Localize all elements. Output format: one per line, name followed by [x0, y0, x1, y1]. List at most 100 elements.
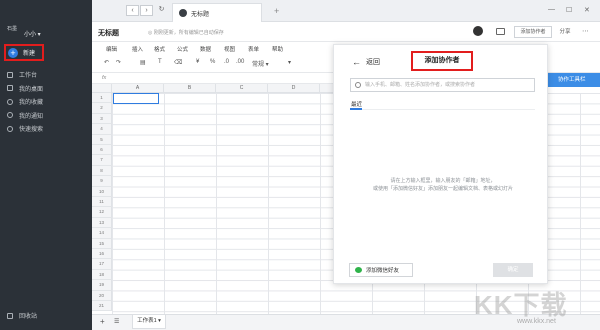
font-size-icon[interactable]: ▾ [288, 59, 291, 66]
column-header[interactable]: B [164, 84, 216, 93]
add-collaborator-button[interactable]: 添加协作者 [514, 26, 552, 38]
sheet-tab[interactable]: 工作表1 ▾ [132, 315, 166, 329]
decimal-increase-button[interactable]: .00 [236, 59, 244, 65]
share-button[interactable]: 分享 [555, 26, 575, 38]
app-logo: 石墨 [6, 26, 17, 32]
currency-button[interactable]: ¥ [196, 59, 199, 65]
row-header[interactable]: 8 [92, 165, 112, 177]
row-header[interactable]: 7 [92, 155, 112, 166]
menu-help[interactable]: 帮助 [272, 45, 283, 53]
sidebar-item-notifications[interactable]: 我的通知 [7, 109, 87, 123]
empty-state-line: 请在上方输入框里，输入朋友的「邮箱」地址， [390, 178, 496, 184]
briefcase-icon [7, 71, 13, 78]
menu-edit[interactable]: 编辑 [106, 45, 117, 53]
row-header[interactable]: 18 [92, 269, 112, 281]
text-format-icon[interactable]: T [158, 59, 162, 65]
row-header[interactable]: 9 [92, 176, 112, 187]
sheet-list-icon[interactable]: ☰ [114, 318, 119, 325]
fx-icon: fx [102, 75, 107, 81]
row-header[interactable]: 21 [92, 301, 112, 312]
row-header[interactable]: 17 [92, 259, 112, 270]
row-header[interactable]: 6 [92, 145, 112, 156]
bell-icon [7, 112, 13, 119]
divider [350, 109, 535, 110]
format-painter-icon[interactable]: ▤ [140, 59, 146, 66]
sidebar-item-desktop[interactable]: 我的桌面 [7, 82, 87, 96]
forward-arrow-button[interactable]: › [140, 5, 153, 16]
redo-icon[interactable]: ↷ [116, 59, 121, 66]
row-header[interactable]: 2 [92, 103, 112, 114]
sidebar-item-trash[interactable]: 回收站 [7, 311, 37, 320]
desktop-icon [7, 85, 13, 92]
document-title[interactable]: 无标题 [98, 28, 119, 38]
column-header[interactable]: A [112, 84, 164, 93]
menu-data[interactable]: 数据 [200, 45, 211, 53]
menu-format[interactable]: 格式 [154, 45, 165, 53]
comment-icon[interactable] [496, 28, 505, 35]
document-header: 无标题 ◎ 刚刚更新，所有编辑已自动保存 添加协作者 分享 ⋯ [92, 22, 600, 42]
tab-untitled[interactable]: 无标题 [172, 3, 262, 22]
add-wechat-friend-button[interactable]: 添加微信好友 [349, 263, 413, 277]
decimal-decrease-button[interactable]: .0 [224, 59, 229, 65]
sidebar-item-label: 工作台 [19, 73, 38, 80]
row-header[interactable]: 20 [92, 290, 112, 301]
sidebar-item-label: 快速搜索 [19, 127, 44, 134]
maximize-button[interactable]: ☐ [566, 6, 572, 14]
row-header[interactable]: 16 [92, 249, 112, 260]
row-header[interactable]: 14 [92, 228, 112, 239]
new-button[interactable]: + 新建 [4, 44, 44, 61]
menu-form[interactable]: 表单 [248, 45, 259, 53]
star-icon [7, 98, 13, 105]
back-arrow-button[interactable]: ‹ [126, 5, 139, 16]
column-header[interactable]: C [216, 84, 268, 93]
recent-tab[interactable]: 最近 [351, 100, 362, 108]
menu-formula[interactable]: 公式 [177, 45, 188, 53]
new-tab-button[interactable]: + [274, 6, 279, 16]
row-header[interactable]: 5 [92, 134, 112, 145]
corner-cell[interactable] [92, 84, 112, 93]
row-header[interactable]: 15 [92, 238, 112, 249]
menu-insert[interactable]: 插入 [132, 45, 143, 53]
sidebar-item-quick-search[interactable]: 快速搜索 [7, 122, 87, 136]
reload-button[interactable]: ↻ [155, 5, 168, 16]
panel-title: 添加协作者 [411, 51, 473, 71]
empty-state: 请在上方输入框里，输入朋友的「邮箱」地址， 或使用「添加微信好友」添加朋友一起编… [354, 177, 532, 193]
sidebar-item-favorites[interactable]: 我的收藏 [7, 95, 87, 109]
back-button[interactable]: ← 返回 [352, 57, 380, 67]
clear-format-icon[interactable]: ⌫ [174, 59, 182, 66]
close-button[interactable]: ✕ [584, 6, 590, 14]
undo-icon[interactable]: ↶ [104, 59, 109, 66]
collaborator-search[interactable] [350, 78, 535, 92]
row-header[interactable]: 1 [92, 93, 112, 104]
more-icon[interactable]: ⋯ [582, 27, 589, 35]
percent-button[interactable]: % [210, 59, 215, 65]
trash-icon [7, 312, 13, 319]
row-header[interactable]: 12 [92, 207, 112, 218]
user-menu[interactable]: 小小 ▾ [24, 29, 41, 38]
row-header[interactable]: 3 [92, 113, 112, 125]
confirm-button[interactable]: 确定 [493, 263, 533, 277]
column-header[interactable]: D [268, 84, 320, 93]
row-header[interactable]: 10 [92, 186, 112, 197]
tab-label: 无标题 [191, 11, 210, 18]
avatar[interactable] [473, 26, 483, 36]
wechat-button-label: 添加微信好友 [366, 268, 400, 274]
number-format-select[interactable]: 常规 ▾ [252, 59, 269, 68]
save-status: ◎ 刚刚更新，所有编辑已自动保存 [148, 30, 224, 36]
row-header[interactable]: 11 [92, 197, 112, 208]
sidebar-item-workbench[interactable]: 工作台 [7, 68, 87, 82]
row-header[interactable]: 4 [92, 124, 112, 135]
row-header[interactable]: 19 [92, 280, 112, 291]
menu-view[interactable]: 视图 [224, 45, 235, 53]
row-header[interactable]: 13 [92, 217, 112, 229]
doc-icon [179, 9, 187, 17]
search-icon [355, 82, 361, 88]
collaborator-search-input[interactable] [365, 80, 530, 90]
add-sheet-icon[interactable]: + [100, 317, 105, 326]
sidebar-nav: 工作台 我的桌面 我的收藏 我的通知 快速搜索 [7, 68, 87, 136]
minimize-button[interactable]: — [548, 6, 555, 13]
notice-banner[interactable]: 协作工具栏 [548, 73, 600, 87]
selected-cell[interactable] [113, 93, 159, 104]
sidebar-item-label: 我的通知 [19, 113, 44, 120]
sidebar: 石墨 小小 ▾ + 新建 工作台 我的桌面 我的收藏 我的通知 快速搜索 回收站 [0, 0, 92, 330]
